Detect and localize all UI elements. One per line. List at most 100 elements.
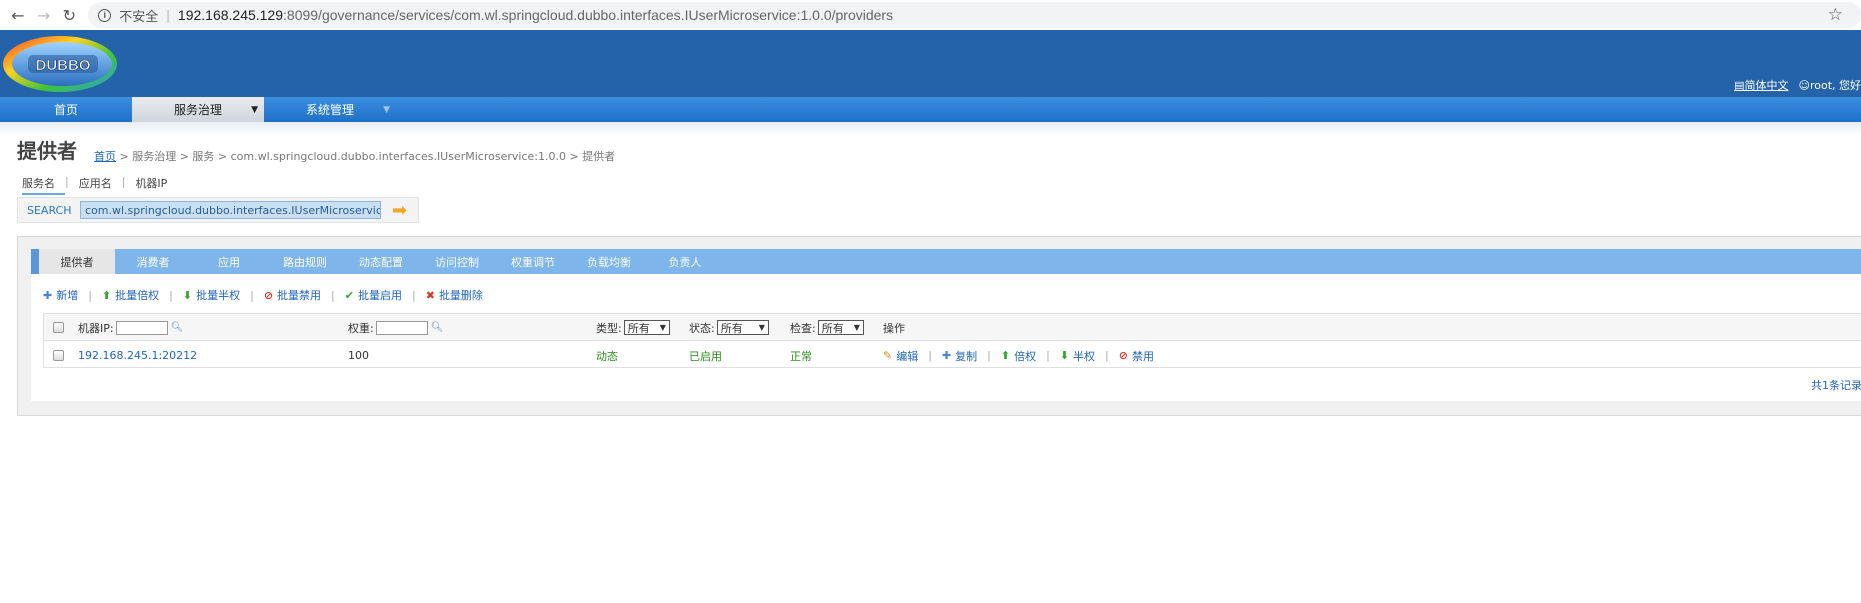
toolbar-divider: | bbox=[250, 288, 254, 302]
action-toolbar: ✚ 新增 | ⬆ 批量倍权 | ⬇ 批量半权 | ⊘ 批量禁用 | ✔ 批量启用 | ✖ 批… bbox=[43, 287, 483, 303]
batch-enable-button[interactable]: ✔ 批量启用 bbox=[345, 287, 402, 303]
ops-divider: | bbox=[987, 349, 991, 362]
breadcrumb: 首页 > 服务治理 > 服务 > com.wl.springcloud.dubb… bbox=[94, 148, 615, 164]
forward-icon[interactable]: → bbox=[31, 2, 57, 28]
provider-type: 动态 bbox=[596, 349, 618, 363]
tab-consumers[interactable]: 消费者 bbox=[115, 249, 191, 274]
toolbar-divider: | bbox=[88, 288, 92, 302]
search-icon[interactable]: 🔍︎ bbox=[431, 322, 444, 333]
type-filter-select[interactable]: 所有 ▼ bbox=[623, 320, 670, 335]
select-arrow-icon: ▼ bbox=[659, 323, 666, 332]
header-user-area: ▤简体中文 ☺root, 您好 bbox=[1734, 77, 1861, 93]
arrow-up-icon: ⬆ bbox=[101, 288, 112, 302]
provider-check: 正常 bbox=[790, 349, 812, 363]
batch-delete-button[interactable]: ✖ 批量删除 bbox=[426, 287, 483, 303]
half-weight-button[interactable]: ⬇ 半权 bbox=[1060, 348, 1095, 364]
provider-weight: 100 bbox=[348, 349, 369, 362]
sub-tabs: 提供者 消费者 应用 路由规则 动态配置 访问控制 权重调节 负载均衡 负责人 bbox=[31, 249, 1861, 274]
ops-divider: | bbox=[1046, 349, 1050, 362]
url-path: :8099/governance/services/com.wl.springc… bbox=[283, 7, 894, 23]
menu-shadow bbox=[0, 122, 1861, 136]
tab-providers[interactable]: 提供者 bbox=[31, 249, 115, 274]
panel-body: 提供者 消费者 应用 路由规则 动态配置 访问控制 权重调节 负载均衡 负责人 … bbox=[31, 249, 1861, 401]
toolbar-divider: | bbox=[331, 288, 335, 302]
back-icon[interactable]: ← bbox=[5, 2, 31, 28]
status-filter-select[interactable]: 所有 ▼ bbox=[716, 320, 769, 335]
toolbar-divider: | bbox=[411, 288, 416, 302]
url-host: 192.168.245.129 bbox=[177, 7, 284, 23]
table-row: 192.168.245.1:20212 100 动态 已启用 正常 ✎ 编辑 | … bbox=[44, 342, 1861, 369]
row-operations: ✎ 编辑 | ✚ 复制 | ⬆ 倍权 | ⬇ 半权 | ⊘ 禁用 bbox=[883, 342, 1154, 369]
reload-icon[interactable]: ↻ bbox=[57, 2, 83, 28]
batch-double-weight-button[interactable]: ⬆ 批量倍权 bbox=[102, 287, 159, 303]
main-menu: 首页 服务治理 ▼ 系统管理 ▼ bbox=[0, 97, 1861, 122]
search-label: SEARCH bbox=[27, 203, 72, 217]
forbid-icon: ⊘ bbox=[263, 288, 274, 302]
total-count: 共1条记录 bbox=[1811, 379, 1861, 392]
batch-disable-button[interactable]: ⊘ 批量禁用 bbox=[264, 287, 321, 303]
address-bar[interactable]: i 不安全 | 192.168.245.129:8099/governance/… bbox=[88, 2, 1861, 28]
breadcrumb-home-link[interactable]: 首页 bbox=[94, 150, 116, 163]
tab-divider: | bbox=[65, 175, 69, 188]
menu-item-system-management[interactable]: 系统管理 ▼ bbox=[264, 97, 396, 122]
forbid-icon: ⊘ bbox=[1118, 349, 1128, 362]
edit-button[interactable]: ✎ 编辑 bbox=[883, 348, 918, 364]
tab-access-control[interactable]: 访问控制 bbox=[419, 249, 495, 274]
weight-filter-input[interactable] bbox=[375, 320, 428, 335]
delete-icon: ✖ bbox=[425, 288, 435, 302]
disable-button[interactable]: ⊘ 禁用 bbox=[1119, 348, 1154, 364]
logo-text: DUBBO bbox=[36, 57, 91, 74]
arrow-down-icon: ⬇ bbox=[1059, 349, 1070, 362]
table-header-row: 机器IP: 🔍︎ 权重: 🔍︎ 类型: 所有 ▼ 状态: 所有 ▼ 检查: 所有… bbox=[44, 314, 1861, 341]
tab-load-balance[interactable]: 负载均衡 bbox=[571, 249, 647, 274]
row-checkbox[interactable] bbox=[53, 350, 64, 361]
menu-item-home[interactable]: 首页 bbox=[0, 97, 132, 122]
add-button[interactable]: ✚ 新增 bbox=[43, 287, 78, 303]
select-all-checkbox[interactable] bbox=[53, 322, 64, 333]
batch-half-weight-button[interactable]: ⬇ 批量半权 bbox=[183, 287, 240, 303]
double-weight-button[interactable]: ⬆ 倍权 bbox=[1001, 348, 1036, 364]
app-header: DUBBO ▤简体中文 ☺root, 您好 bbox=[0, 30, 1861, 97]
browser-toolbar: ← → ↻ i 不安全 | 192.168.245.129:8099/gover… bbox=[0, 0, 1861, 30]
plus-icon: ✚ bbox=[941, 349, 952, 362]
search-tab-service[interactable]: 服务名 bbox=[22, 175, 65, 195]
provider-status: 已启用 bbox=[689, 349, 722, 363]
ip-filter-input[interactable] bbox=[115, 320, 168, 335]
ops-divider: | bbox=[1105, 349, 1109, 362]
check-icon: ✔ bbox=[344, 288, 354, 302]
menu-item-service-governance[interactable]: 服务治理 ▼ bbox=[132, 97, 264, 122]
search-tab-application[interactable]: 应用名 bbox=[79, 175, 122, 195]
tab-dynamic-config[interactable]: 动态配置 bbox=[343, 249, 419, 274]
weight-filter-label: 权重: bbox=[348, 321, 374, 335]
select-arrow-icon: ▼ bbox=[758, 323, 765, 332]
search-input[interactable]: com.wl.springcloud.dubbo.interfaces.IUse… bbox=[80, 201, 381, 219]
status-filter-label: 状态: bbox=[689, 321, 715, 335]
dubbo-logo: DUBBO bbox=[3, 36, 117, 92]
arrow-up-icon: ⬆ bbox=[1000, 349, 1011, 362]
tab-divider: | bbox=[121, 175, 126, 188]
page-title: 提供者 bbox=[17, 139, 77, 163]
search-icon[interactable]: 🔍︎ bbox=[171, 322, 184, 333]
search-box: SEARCH com.wl.springcloud.dubbo.interfac… bbox=[17, 197, 419, 223]
language-link[interactable]: ▤简体中文 bbox=[1734, 77, 1788, 93]
user-icon: ☺ bbox=[1798, 79, 1810, 92]
copy-button[interactable]: ✚ 复制 bbox=[942, 348, 977, 364]
tab-weights[interactable]: 权重调节 bbox=[495, 249, 571, 274]
language-icon: ▤ bbox=[1734, 79, 1745, 92]
info-icon[interactable]: i bbox=[98, 8, 112, 22]
user-greeting[interactable]: ☺root, 您好 bbox=[1798, 77, 1861, 93]
type-filter-label: 类型: bbox=[596, 321, 622, 335]
tab-owners[interactable]: 负责人 bbox=[647, 249, 723, 274]
provider-ip-link[interactable]: 192.168.245.1:20212 bbox=[78, 342, 197, 369]
tab-applications[interactable]: 应用 bbox=[191, 249, 267, 274]
bookmark-star-icon[interactable]: ☆ bbox=[1828, 5, 1843, 25]
content-panel: 提供者 消费者 应用 路由规则 动态配置 访问控制 权重调节 负载均衡 负责人 … bbox=[17, 236, 1861, 416]
check-filter-select[interactable]: 所有 ▼ bbox=[817, 320, 864, 335]
search-tab-ip[interactable]: 机器IP bbox=[135, 175, 177, 195]
providers-table: 机器IP: 🔍︎ 权重: 🔍︎ 类型: 所有 ▼ 状态: 所有 ▼ 检查: 所有… bbox=[43, 313, 1861, 368]
search-type-tabs: 服务名 | 应用名 | 机器IP bbox=[22, 175, 177, 195]
arrow-down-icon: ⬇ bbox=[182, 288, 193, 302]
tab-routes[interactable]: 路由规则 bbox=[267, 249, 343, 274]
select-arrow-icon: ▼ bbox=[853, 323, 860, 332]
arrow-right-go-icon[interactable]: ➡ bbox=[392, 200, 407, 221]
